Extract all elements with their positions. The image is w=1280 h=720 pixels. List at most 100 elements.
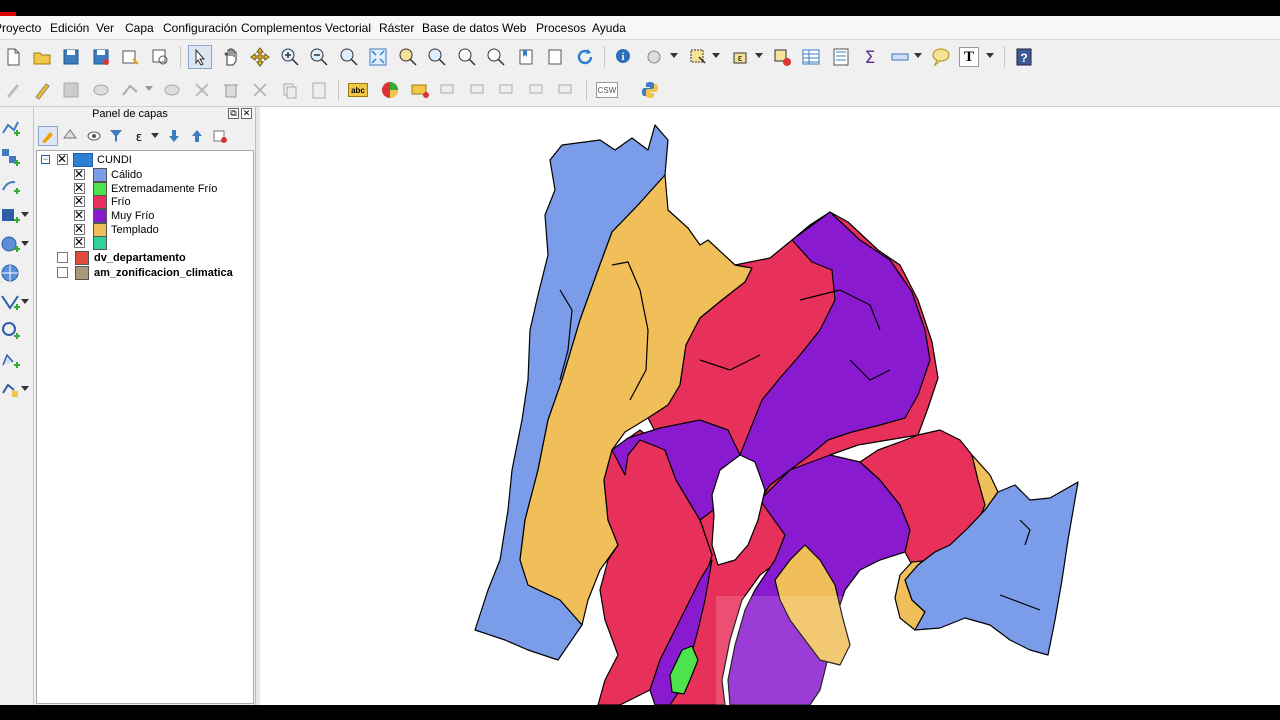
menu-web[interactable]: Web — [502, 21, 526, 35]
collapse-toggle[interactable]: − — [41, 155, 50, 164]
add-vector-layer-icon[interactable] — [0, 118, 22, 140]
zoom-to-layer-icon[interactable] — [425, 45, 449, 69]
zoom-full-icon[interactable] — [366, 45, 390, 69]
touch-zoom-pan-icon[interactable] — [188, 45, 212, 69]
menu-edicion[interactable]: Edición — [50, 21, 89, 35]
collapse-all-icon[interactable] — [187, 126, 207, 146]
refresh-icon[interactable] — [573, 45, 597, 69]
float-panel-icon[interactable]: ⧉ — [228, 108, 239, 119]
class-checkbox[interactable] — [74, 194, 85, 208]
select-by-expression-icon[interactable]: ε — [728, 45, 752, 69]
open-project-icon[interactable] — [30, 45, 54, 69]
zoom-in-icon[interactable] — [278, 45, 302, 69]
filter-by-expression-icon[interactable]: ε — [129, 126, 149, 146]
layer-diagram-icon[interactable] — [378, 78, 402, 102]
new-bookmark-icon[interactable] — [514, 45, 538, 69]
class-checkbox[interactable] — [74, 167, 85, 181]
move-label-icon[interactable] — [496, 78, 520, 102]
delete-part-icon[interactable] — [190, 78, 214, 102]
field-calculator-icon[interactable] — [829, 45, 853, 69]
current-edits-icon[interactable] — [1, 78, 25, 102]
deselect-all-icon[interactable] — [770, 45, 794, 69]
map-canvas[interactable] — [260, 107, 1280, 705]
zoom-last-icon[interactable] — [455, 45, 479, 69]
menu-base-de-datos[interactable]: Base de datos — [422, 21, 499, 35]
menu-procesos[interactable]: Procesos — [536, 21, 586, 35]
action-icon[interactable] — [642, 45, 666, 69]
save-as-icon[interactable] — [89, 45, 113, 69]
zoom-native-icon[interactable] — [337, 45, 361, 69]
zoom-out-icon[interactable] — [307, 45, 331, 69]
python-console-icon[interactable] — [638, 78, 662, 102]
save-project-icon[interactable] — [59, 45, 83, 69]
menu-proyecto[interactable]: Proyecto — [0, 21, 41, 35]
toggle-editing-icon[interactable] — [30, 78, 54, 102]
zoom-to-selection-icon[interactable] — [396, 45, 420, 69]
legend-item[interactable]: Cálido — [37, 167, 253, 182]
new-temporary-layer-icon[interactable] — [0, 379, 22, 401]
show-hide-labels-icon[interactable] — [467, 78, 491, 102]
paste-features-icon[interactable] — [307, 78, 331, 102]
pan-map-icon[interactable] — [219, 45, 243, 69]
menu-ayuda[interactable]: Ayuda — [592, 21, 626, 35]
layout-manager-icon[interactable] — [148, 45, 172, 69]
select-features-icon[interactable] — [686, 45, 710, 69]
add-wcs-layer-icon[interactable] — [0, 292, 22, 314]
layer-row-am-zonificacion-climatica[interactable]: am_zonificacion_climatica — [37, 266, 253, 280]
open-layer-styling-icon[interactable] — [38, 126, 58, 146]
legend-item[interactable]: Templado — [37, 222, 253, 237]
menu-vectorial[interactable]: Vectorial — [325, 21, 371, 35]
vertex-tool-icon[interactable] — [118, 78, 142, 102]
manage-map-themes-icon[interactable] — [84, 126, 104, 146]
class-checkbox[interactable] — [74, 181, 85, 195]
add-virtual-layer-icon[interactable] — [0, 321, 22, 343]
class-checkbox[interactable] — [74, 235, 85, 249]
add-feature-icon[interactable] — [89, 78, 113, 102]
add-raster-layer-icon[interactable] — [0, 147, 22, 169]
layer-row-cundi[interactable]: − CUNDI — [37, 152, 253, 167]
csw-button[interactable]: CSW — [596, 82, 618, 98]
menu-configuracion[interactable]: Configuración — [163, 21, 237, 35]
new-project-icon[interactable] — [1, 45, 25, 69]
pin-labels-icon[interactable] — [437, 78, 461, 102]
rotate-label-icon[interactable] — [526, 78, 550, 102]
cut-features-icon[interactable] — [248, 78, 272, 102]
legend-item[interactable]: Muy Frío — [37, 208, 253, 223]
identify-features-icon[interactable]: i — [612, 45, 636, 69]
menu-complementos[interactable]: Complementos — [241, 21, 322, 35]
copy-features-icon[interactable] — [278, 78, 302, 102]
menu-ver[interactable]: Ver — [96, 21, 114, 35]
layer-visibility-checkbox[interactable] — [57, 252, 68, 263]
new-print-layout-icon[interactable] — [118, 45, 142, 69]
close-panel-icon[interactable]: ✕ — [241, 108, 252, 119]
legend-item[interactable] — [37, 235, 253, 250]
add-delimited-text-icon[interactable] — [0, 176, 22, 198]
legend-item[interactable]: Extremadamente Frío — [37, 181, 253, 196]
menu-capa[interactable]: Capa — [125, 21, 154, 35]
show-bookmarks-icon[interactable] — [543, 45, 567, 69]
layer-visibility-checkbox[interactable] — [57, 152, 68, 166]
add-wms-layer-icon[interactable] — [0, 234, 22, 256]
statistical-summary-icon[interactable]: Σ — [858, 45, 882, 69]
layer-labeling-button[interactable]: abc — [348, 83, 368, 97]
add-wfs-layer-icon[interactable] — [0, 263, 22, 285]
layer-visibility-checkbox[interactable] — [57, 267, 68, 278]
expand-all-icon[interactable] — [164, 126, 184, 146]
new-shapefile-icon[interactable] — [0, 350, 22, 372]
save-edits-icon[interactable] — [59, 78, 83, 102]
text-annotation-button[interactable]: T — [959, 47, 979, 67]
zoom-next-icon[interactable] — [484, 45, 508, 69]
legend-item[interactable]: Frío — [37, 194, 253, 209]
layer-row-dv-departamento[interactable]: dv_departamento — [37, 251, 253, 265]
class-checkbox[interactable] — [74, 208, 85, 222]
filter-legend-icon[interactable] — [106, 126, 126, 146]
map-tips-icon[interactable] — [929, 45, 953, 69]
add-group-icon[interactable] — [60, 126, 80, 146]
measure-line-icon[interactable] — [888, 45, 912, 69]
help-icon[interactable]: ? — [1012, 45, 1036, 69]
remove-layer-icon[interactable] — [210, 126, 230, 146]
move-feature-icon[interactable] — [160, 78, 184, 102]
menu-raster[interactable]: Ráster — [379, 21, 414, 35]
change-label-icon[interactable] — [555, 78, 579, 102]
pan-to-selection-icon[interactable] — [248, 45, 272, 69]
